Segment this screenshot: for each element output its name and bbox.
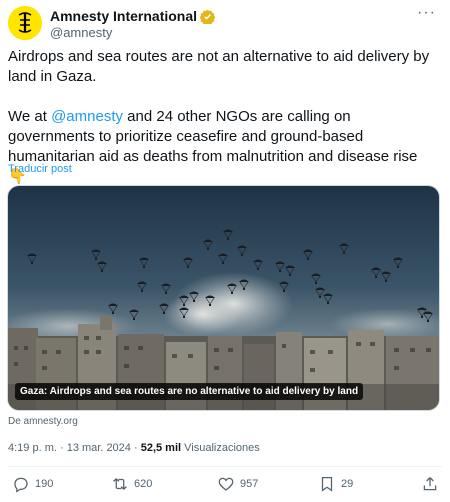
amnesty-candle-logo-icon	[8, 6, 42, 40]
tweet-paragraph-1: Airdrops and sea routes are not an alter…	[8, 48, 430, 85]
media-caption: Gaza: Airdrops and sea routes are no alt…	[15, 383, 364, 400]
action-bar: 190 620 957 29	[0, 475, 450, 501]
share-icon	[423, 477, 437, 491]
author-avatar[interactable]	[8, 6, 42, 40]
tweet-paragraph-2: We at @amnesty and 24 other NGOs are cal…	[8, 107, 438, 187]
views-label: Visualizaciones	[184, 442, 260, 454]
author-name[interactable]: Amnesty International	[50, 8, 197, 24]
airdrop-photo	[8, 186, 439, 410]
translate-post-link[interactable]: Traducir post	[8, 163, 72, 175]
divider	[8, 466, 442, 467]
post-date[interactable]: 13 mar. 2024	[67, 442, 131, 454]
heart-icon	[218, 477, 234, 491]
tweet-text: Airdrops and sea routes are not an alter…	[8, 47, 438, 187]
bookmark-count: 29	[341, 478, 354, 490]
reply-button[interactable]: 190	[12, 475, 53, 493]
bookmark-icon	[321, 476, 333, 492]
repost-button[interactable]: 620	[111, 475, 152, 493]
post-time[interactable]: 4:19 p. m.	[8, 442, 57, 454]
tweet-header: Amnesty International @amnesty ···	[8, 5, 442, 42]
like-count: 957	[240, 478, 259, 490]
link-card-image[interactable]: Gaza: Airdrops and sea routes are no alt…	[7, 185, 440, 411]
meta-separator: ·	[56, 442, 67, 454]
author-name-row: Amnesty International	[50, 8, 216, 24]
author-handle[interactable]: @amnesty	[50, 25, 112, 40]
tweet-text-prefix: We at	[8, 108, 52, 125]
reply-icon	[14, 477, 28, 493]
link-source[interactable]: De amnesty.org	[8, 416, 78, 427]
more-options-icon[interactable]: ···	[417, 5, 436, 21]
post-meta: 4:19 p. m. · 13 mar. 2024 · 52,5 mil Vis…	[8, 442, 260, 454]
repost-count: 620	[134, 478, 153, 490]
verified-badge-icon[interactable]	[200, 9, 216, 24]
share-button[interactable]	[421, 475, 439, 493]
like-button[interactable]: 957	[217, 475, 258, 493]
mention-link[interactable]: @amnesty	[51, 108, 123, 125]
bookmark-button[interactable]: 29	[318, 475, 353, 493]
views-count: 52,5 mil	[140, 442, 182, 454]
repost-icon	[113, 478, 127, 490]
reply-count: 190	[35, 478, 54, 490]
meta-separator-2: ·	[130, 442, 141, 454]
